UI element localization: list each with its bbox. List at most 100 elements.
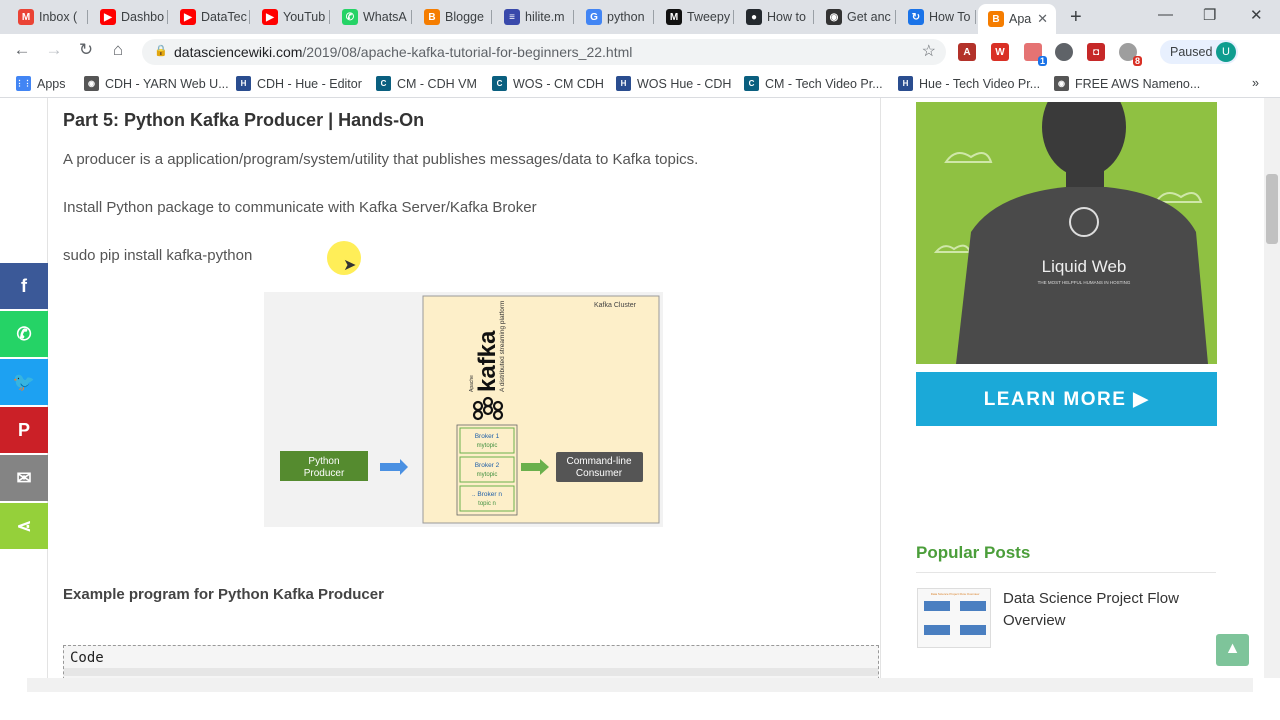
avatar: U <box>1216 42 1236 62</box>
tab[interactable]: ◉ Get anc <box>816 4 896 30</box>
sharethis-share-button[interactable]: ⋖ <box>0 503 48 549</box>
extension-icon[interactable]: 8 <box>1119 43 1142 66</box>
consumer-label: Consumer <box>576 468 623 479</box>
bookmark-item[interactable]: ◉ FREE AWS Nameno... <box>1054 76 1200 91</box>
tab[interactable]: Gpython <box>576 4 654 30</box>
globe-icon: ◉ <box>1054 76 1069 91</box>
bookmark-item[interactable]: H CDH - Hue - Editor <box>236 76 362 91</box>
tab-label: How To <box>929 10 971 24</box>
extension-icon[interactable]: 1 <box>1024 43 1047 66</box>
back-arrow-icon[interactable]: ← <box>10 40 34 60</box>
vertical-scrollbar[interactable] <box>1264 98 1280 678</box>
whatsapp-share-button[interactable]: ✆ <box>0 311 48 357</box>
cloudera-icon: C <box>492 76 507 91</box>
divider <box>916 572 1216 573</box>
tab-label: DataTec <box>201 10 247 24</box>
refresh-icon: ↻ <box>908 9 924 25</box>
paragraph: Install Python package to communicate wi… <box>63 199 537 216</box>
facebook-share-button[interactable]: f <box>0 263 48 309</box>
tab-separator <box>653 10 654 24</box>
forward-arrow-icon[interactable]: → <box>42 40 66 60</box>
bookmark-label: WOS - CM CDH <box>513 76 604 91</box>
extension-icon[interactable]: ◘ <box>1087 43 1105 61</box>
tab-label: Inbox ( <box>39 10 78 24</box>
url-domain: datasciencewiki.com <box>174 44 303 60</box>
bookmark-label: WOS Hue - CDH <box>637 76 732 91</box>
tab-separator <box>411 10 412 24</box>
whatsapp-icon: ✆ <box>16 323 32 344</box>
twitter-icon: 🐦 <box>12 371 36 392</box>
new-tab-button[interactable]: + <box>1070 6 1082 29</box>
scrollbar-thumb[interactable] <box>1266 174 1278 244</box>
horizontal-scrollbar[interactable] <box>27 678 1253 692</box>
broker-topic: mytopic <box>477 443 498 449</box>
producer-label: Python <box>308 456 339 467</box>
back-to-top-button[interactable]: ▲ <box>1216 634 1249 666</box>
tab[interactable]: ▶ Dashbo <box>90 4 168 30</box>
bookmark-star-icon[interactable]: ☆ <box>922 41 936 61</box>
more-bookmarks-button[interactable]: » <box>1252 76 1259 90</box>
tab-strip: M Inbox (▶ Dashbo ▶ DataTec ▶ YouTub ✆ WhatsA B Bl… <box>0 0 1280 34</box>
learn-more-button[interactable]: LEARN MORE ▶ <box>916 372 1217 426</box>
bookmark-label: CDH - YARN Web U... <box>105 76 229 91</box>
bookmark-label: Apps <box>37 76 66 91</box>
address-bar[interactable]: 🔒 datasciencewiki.com/2019/08/apache-kaf… <box>142 39 946 65</box>
blogger-icon: B <box>424 9 440 25</box>
close-window-button[interactable]: ✕ <box>1250 6 1263 24</box>
tab-label: Get anc <box>847 10 891 24</box>
gmail-icon: M <box>18 9 34 25</box>
tab[interactable]: ↻ How To <box>898 4 976 30</box>
tab-separator <box>733 10 734 24</box>
broker-topic: mytopic <box>477 472 498 478</box>
bookmark-item[interactable]: C CM - Tech Video Pr... <box>744 76 883 91</box>
tab[interactable]: ● How to <box>736 4 814 30</box>
reload-icon[interactable]: ↻ <box>74 40 98 60</box>
tab-label: Tweepy <box>687 10 731 24</box>
tab[interactable]: ▶ DataTec <box>170 4 250 30</box>
cloudera-icon: C <box>376 76 391 91</box>
bookmark-item[interactable]: H Hue - Tech Video Pr... <box>898 76 1040 91</box>
bookmark-item[interactable]: C CM - CDH VM <box>376 76 477 91</box>
browser-toolbar: ← → ↻ ⌂ 🔒 datasciencewiki.com/2019/08/ap… <box>0 34 1280 70</box>
youtube-icon: ▶ <box>262 9 278 25</box>
bookmark-label: Hue - Tech Video Pr... <box>919 76 1041 91</box>
email-share-button[interactable]: ✉ <box>0 455 48 501</box>
close-tab-icon[interactable]: ✕ <box>1037 11 1048 27</box>
broker-topic: topic n <box>478 501 496 507</box>
bookmark-label: CM - CDH VM <box>397 76 477 91</box>
share-icon: ⋖ <box>16 515 32 536</box>
medium-icon: M <box>666 9 682 25</box>
home-icon[interactable]: ⌂ <box>106 40 130 60</box>
sidebar-advertisement[interactable]: Liquid Web THE MOST HELPFUL HUMANS IN HO… <box>916 102 1217 426</box>
tab-label: python <box>607 10 645 24</box>
tab[interactable]: B Apa ✕ <box>978 4 1056 34</box>
pinterest-share-button[interactable]: P <box>0 407 48 453</box>
minimize-button[interactable]: — <box>1158 6 1173 23</box>
post-thumbnail[interactable]: Data Science Project Flow Overview <box>917 588 991 648</box>
bookmark-item[interactable]: ⋮⋮ Apps <box>16 76 66 91</box>
tab-separator <box>975 10 976 24</box>
hilite-icon: ≡ <box>504 9 520 25</box>
extension-icon[interactable] <box>1055 43 1073 61</box>
bookmark-item[interactable]: C WOS - CM CDH <box>492 76 604 91</box>
extension-icon[interactable]: W <box>991 43 1009 61</box>
tab[interactable]: ✆ WhatsA <box>332 4 412 30</box>
tab-separator <box>249 10 250 24</box>
broker-name: .. Broker n <box>472 491 502 498</box>
tab[interactable]: M Inbox ( <box>8 4 88 30</box>
bookmark-item[interactable]: H WOS Hue - CDH <box>616 76 731 91</box>
tab-label: Blogge <box>445 10 484 24</box>
restore-button[interactable]: ❐ <box>1203 6 1216 24</box>
tab[interactable]: ▶ YouTub <box>252 4 330 30</box>
pdf-extension-icon[interactable]: A <box>958 43 976 61</box>
tab[interactable]: M Tweepy <box>656 4 734 30</box>
twitter-share-button[interactable]: 🐦 <box>0 359 48 405</box>
bookmark-item[interactable]: ◉ CDH - YARN Web U... <box>84 76 229 91</box>
tab[interactable]: ≡ hilite.m <box>494 4 574 30</box>
tab[interactable]: B Blogge <box>414 4 492 30</box>
lock-icon: 🔒 <box>154 45 168 57</box>
tab-label: hilite.m <box>525 10 565 24</box>
profile-button[interactable]: Paused U <box>1160 40 1238 64</box>
popular-posts-title: Popular Posts <box>916 543 1031 562</box>
popular-post-link[interactable]: Data Science Project Flow Overview <box>1003 588 1213 632</box>
